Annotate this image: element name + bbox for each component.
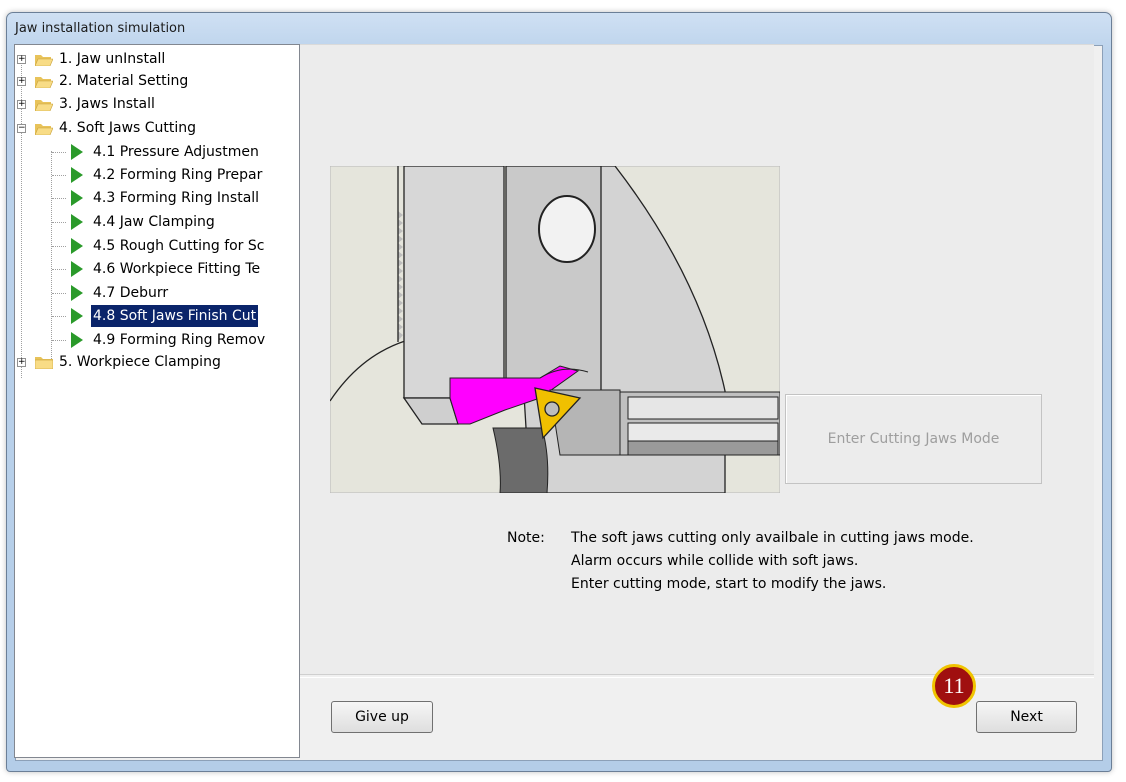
folder-open-icon	[35, 100, 53, 111]
play-arrow-icon	[71, 144, 83, 160]
tree-item-label: 4.5 Rough Cutting for Sc	[93, 238, 265, 254]
tree-connector	[52, 198, 66, 199]
play-arrow-icon	[71, 167, 83, 183]
window-title: Jaw installation simulation	[15, 21, 186, 36]
divider	[300, 674, 1094, 678]
tree-item-label-selected: 4.8 Soft Jaws Finish Cut	[91, 305, 259, 327]
give-up-button[interactable]: Give up	[331, 701, 433, 733]
expand-icon[interactable]: +	[17, 100, 26, 109]
expand-icon[interactable]: +	[17, 358, 26, 367]
play-arrow-icon	[71, 261, 83, 277]
tree-item-label: 2. Material Setting	[59, 73, 189, 89]
expand-icon[interactable]: +	[17, 55, 26, 64]
note-line: Alarm occurs while collide with soft jaw…	[571, 553, 859, 569]
tree-item-label: 5. Workpiece Clamping	[59, 354, 221, 370]
tree-item-label: 4.7 Deburr	[93, 285, 169, 301]
collapse-icon[interactable]: −	[17, 124, 26, 133]
play-arrow-icon	[71, 190, 83, 206]
next-button[interactable]: Next	[976, 701, 1077, 733]
tree-connector	[52, 316, 66, 317]
tree-connector	[52, 222, 66, 223]
note-line: Enter cutting mode, start to modify the …	[571, 576, 887, 592]
expand-icon[interactable]: +	[17, 77, 26, 86]
tree-item-label: 4.4 Jaw Clamping	[93, 214, 215, 230]
folder-open-icon	[35, 55, 53, 66]
folder-open-icon	[35, 77, 53, 88]
play-arrow-icon	[71, 238, 83, 254]
folder-open-icon	[35, 124, 53, 135]
tree-connector	[52, 152, 66, 153]
note-label: Note:	[507, 530, 545, 546]
enter-cutting-mode-button[interactable]: Enter Cutting Jaws Mode	[785, 394, 1042, 484]
tree-item-label: 4.1 Pressure Adjustmen	[93, 144, 259, 160]
step-tree[interactable]: + 1. Jaw unInstall + 2. Material Setting…	[14, 44, 300, 758]
jaw-cutting-illustration	[330, 166, 780, 493]
play-arrow-icon	[71, 285, 83, 301]
tree-connector	[51, 151, 52, 359]
tree-connector	[52, 175, 66, 176]
tree-item-label: 1. Jaw unInstall	[59, 51, 166, 67]
tree-item-label: 3. Jaws Install	[59, 96, 155, 112]
play-arrow-icon	[71, 308, 83, 324]
tree-connector	[52, 269, 66, 270]
tree-item-label: 4.3 Forming Ring Install	[93, 190, 260, 206]
tree-item-label: 4.2 Forming Ring Prepar	[93, 167, 263, 183]
title-bar: Jaw installation simulation	[7, 13, 1111, 45]
tree-item-label: 4.6 Workpiece Fitting Te	[93, 261, 261, 277]
tree-connector	[52, 293, 66, 294]
folder-closed-icon	[35, 357, 53, 369]
tree-item-label: 4.9 Forming Ring Remov	[93, 332, 266, 348]
play-arrow-icon	[71, 214, 83, 230]
play-arrow-icon	[71, 332, 83, 348]
step-number-badge: 11	[932, 664, 976, 708]
tree-connector	[52, 246, 66, 247]
note-line: The soft jaws cutting only availbale in …	[571, 530, 974, 546]
tree-connector	[52, 340, 66, 341]
tree-item-label: 4. Soft Jaws Cutting	[59, 120, 197, 136]
